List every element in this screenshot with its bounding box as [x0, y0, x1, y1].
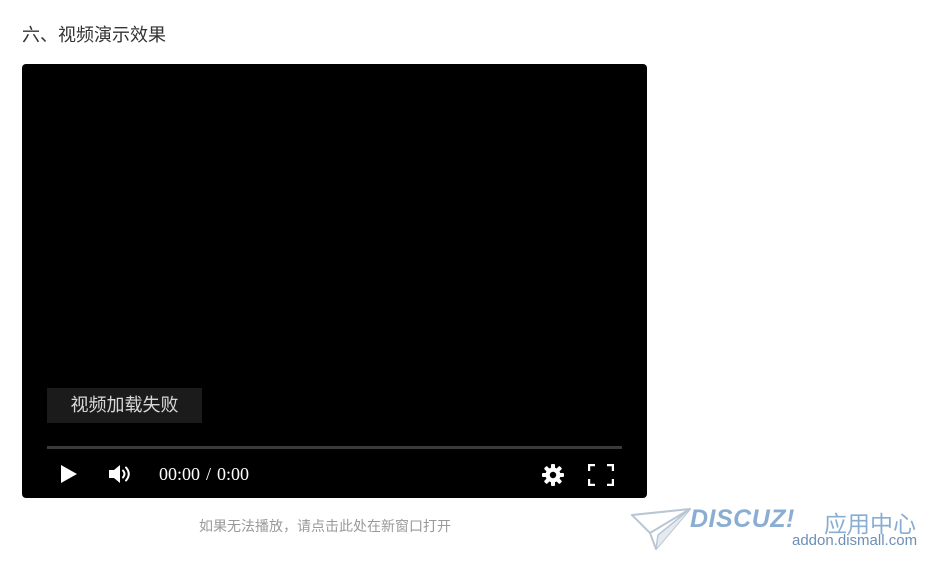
settings-button[interactable] [539, 461, 567, 489]
section-heading: 六、视频演示效果 [22, 25, 166, 46]
play-button[interactable] [56, 462, 82, 486]
current-time: 00:00 [159, 464, 201, 484]
discuz-logo-text: DISCUZ! [690, 505, 795, 533]
gear-icon [542, 464, 564, 486]
duration: 0:00 [217, 464, 250, 484]
paper-plane-icon [631, 508, 691, 550]
watermark: DISCUZ! 应用中心 addon.dismall.com [630, 503, 920, 559]
open-in-new-window-link[interactable]: 如果无法播放，请点击此处在新窗口打开 [199, 518, 451, 536]
play-icon [61, 465, 77, 483]
progress-bar[interactable] [47, 446, 622, 449]
volume-button[interactable] [106, 462, 136, 486]
time-separator: / [206, 464, 212, 484]
fullscreen-icon [588, 464, 614, 486]
fullscreen-button[interactable] [586, 461, 616, 489]
volume-icon [109, 465, 130, 483]
video-error-message: 视频加载失败 [47, 388, 202, 423]
time-display: 00:00/0:00 [159, 462, 249, 486]
control-bar: 00:00/0:00 [22, 456, 647, 492]
watermark-domain: addon.dismall.com [792, 532, 918, 549]
video-player[interactable]: 视频加载失败 00:00/0:00 [22, 64, 647, 498]
